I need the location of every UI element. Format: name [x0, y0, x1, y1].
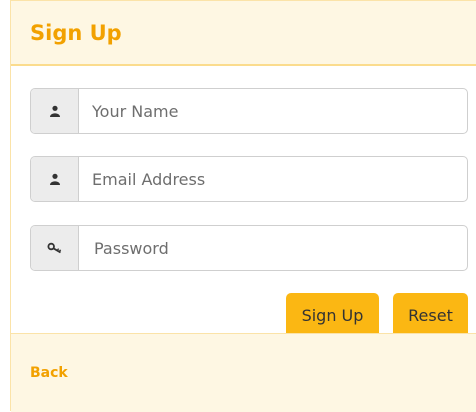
reset-button[interactable]: Reset: [393, 293, 468, 338]
email-field-group: [30, 156, 468, 202]
panel-footer: Back: [11, 333, 476, 412]
email-input[interactable]: [79, 157, 467, 201]
password-field-group: [30, 225, 468, 271]
user-icon: [31, 89, 79, 133]
back-link[interactable]: Back: [30, 365, 68, 381]
user-icon: [31, 157, 79, 201]
signup-button[interactable]: Sign Up: [286, 293, 379, 338]
key-icon: [31, 226, 79, 270]
panel-header: Sign Up: [11, 1, 476, 66]
name-input[interactable]: [79, 89, 467, 133]
signup-panel: Sign Up Sign Up Reset: [10, 0, 476, 412]
panel-title: Sign Up: [30, 20, 122, 45]
password-input[interactable]: [79, 226, 467, 270]
name-field-group: [30, 88, 468, 134]
